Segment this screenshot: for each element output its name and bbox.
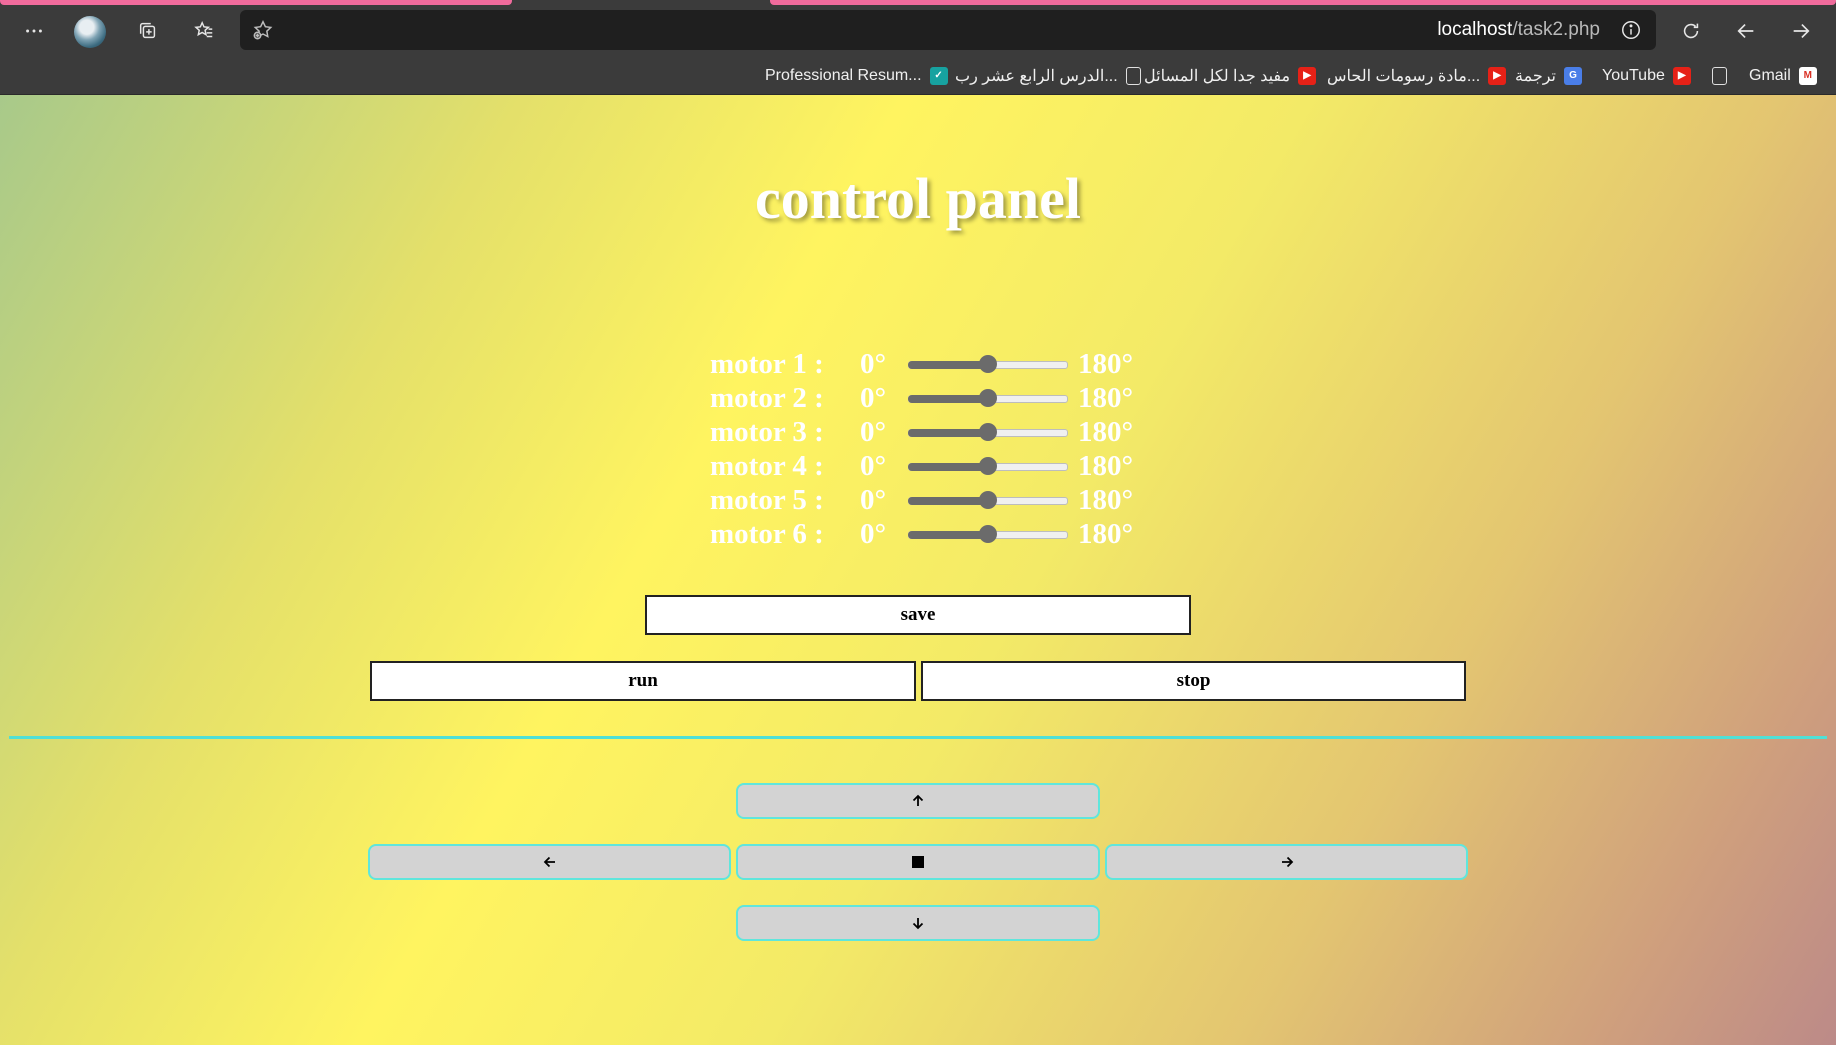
motor-label: motor 2 : (710, 381, 824, 414)
collections-icon[interactable] (128, 11, 168, 51)
motor-row: motor 2 : 0° 180° (710, 381, 1133, 415)
address-bar[interactable]: localhost/task2.php (240, 10, 1656, 50)
youtube-icon: ▶ (1298, 66, 1317, 85)
move-up-button[interactable] (736, 783, 1100, 819)
favorites-icon[interactable] (184, 11, 224, 51)
motor-label: motor 4 : (710, 449, 824, 482)
slider-thumb[interactable] (979, 389, 997, 407)
slider-thumb[interactable] (979, 457, 997, 475)
url-host: localhost (1437, 19, 1513, 40)
more-menu-icon[interactable] (14, 11, 54, 51)
bookmark-label: Gmail (1749, 66, 1791, 84)
stop-square-icon (912, 856, 924, 868)
arrow-left-icon (543, 856, 555, 868)
motor-max-label: 180° (1078, 449, 1134, 482)
divider-line (9, 736, 1827, 739)
motor-row: motor 3 : 0° 180° (710, 415, 1133, 449)
bookmark-translate[interactable]: ترجمة G (1515, 57, 1582, 94)
bookmark-label: الدرس الرابع عشر رب... (955, 67, 1118, 85)
motor-max-label: 180° (1078, 381, 1134, 414)
site-info-icon[interactable] (1620, 19, 1642, 41)
bookmark-label: Professional Resum... (765, 66, 922, 84)
motor-max-label: 180° (1078, 517, 1134, 550)
motor-slider[interactable] (908, 517, 1068, 551)
bookmark-document[interactable] (1712, 57, 1727, 94)
motor-max-label: 180° (1078, 347, 1134, 380)
motor-min-label: 0° (860, 347, 887, 380)
motor-slider[interactable] (908, 449, 1068, 483)
bookmark-gmail[interactable]: Gmail M (1749, 57, 1817, 94)
motor-slider[interactable] (908, 347, 1068, 381)
arrow-right-icon (1281, 856, 1293, 868)
slider-thumb[interactable] (979, 491, 997, 509)
save-button[interactable]: save (645, 595, 1191, 635)
refresh-icon[interactable] (1671, 11, 1711, 51)
url-path: /task2.php (1512, 19, 1600, 40)
slider-thumb[interactable] (979, 525, 997, 543)
bookmark-youtube[interactable]: YouTube ▶ (1602, 57, 1691, 94)
motor-min-label: 0° (860, 483, 887, 516)
document-icon (1125, 66, 1141, 85)
halt-button[interactable] (736, 844, 1100, 880)
motor-min-label: 0° (860, 381, 887, 414)
bookmark-lesson-fourteen[interactable]: الدرس الرابع عشر رب... (955, 57, 1141, 94)
bookmark-label: ترجمة (1515, 67, 1556, 85)
arrow-up-icon (912, 794, 924, 806)
motor-row: motor 1 : 0° 180° (710, 347, 1133, 381)
resume-icon: ✓ (929, 66, 948, 85)
youtube-icon: ▶ (1488, 66, 1507, 85)
bookmark-professional-resume[interactable]: Professional Resum... ✓ (765, 57, 948, 94)
youtube-icon: ▶ (1672, 66, 1691, 85)
motor-label: motor 1 : (710, 347, 824, 380)
motor-label: motor 6 : (710, 517, 824, 550)
url-text[interactable]: localhost/task2.php (1437, 10, 1600, 50)
motor-slider[interactable] (908, 415, 1068, 449)
motor-max-label: 180° (1078, 483, 1134, 516)
forward-icon[interactable] (1781, 11, 1821, 51)
document-icon (1712, 66, 1727, 85)
add-favorite-icon[interactable] (252, 19, 274, 41)
slider-thumb[interactable] (979, 355, 997, 373)
bookmark-label: YouTube (1602, 66, 1665, 84)
gmail-icon: M (1798, 66, 1817, 85)
slider-thumb[interactable] (979, 423, 997, 441)
motor-min-label: 0° (860, 449, 887, 482)
page-content: control panel motor 1 : 0° 180° motor 2 … (0, 95, 1836, 1045)
run-button[interactable]: run (370, 661, 916, 701)
google-translate-icon: G (1564, 66, 1582, 85)
move-right-button[interactable] (1105, 844, 1468, 880)
back-icon[interactable] (1726, 11, 1766, 51)
motor-label: motor 5 : (710, 483, 824, 516)
motor-label: motor 3 : (710, 415, 824, 448)
arrow-down-icon (912, 918, 924, 930)
profile-avatar[interactable] (74, 16, 106, 48)
page-title: control panel (755, 166, 1081, 231)
bookmark-graphics-course[interactable]: مادة رسومات الحاس... ▶ (1327, 57, 1507, 94)
move-down-button[interactable] (736, 905, 1100, 941)
motor-row: motor 6 : 0° 180° (710, 517, 1133, 551)
motor-slider[interactable] (908, 381, 1068, 415)
motor-max-label: 180° (1078, 415, 1134, 448)
motor-row: motor 4 : 0° 180° (710, 449, 1133, 483)
bookmark-useful-problems[interactable]: مفيد جدا لكل المسائل ▶ (1144, 57, 1317, 94)
move-left-button[interactable] (368, 844, 731, 880)
browser-toolbar: localhost/task2.php (0, 5, 1836, 57)
bookmarks-bar: Gmail M YouTube ▶ ترجمة G مادة رسومات ال… (0, 57, 1836, 95)
bookmark-label: مفيد جدا لكل المسائل (1144, 67, 1291, 85)
stop-button[interactable]: stop (921, 661, 1466, 701)
motor-min-label: 0° (860, 415, 887, 448)
motor-min-label: 0° (860, 517, 887, 550)
motor-slider[interactable] (908, 483, 1068, 517)
motor-row: motor 5 : 0° 180° (710, 483, 1133, 517)
bookmark-label: مادة رسومات الحاس... (1327, 67, 1481, 85)
